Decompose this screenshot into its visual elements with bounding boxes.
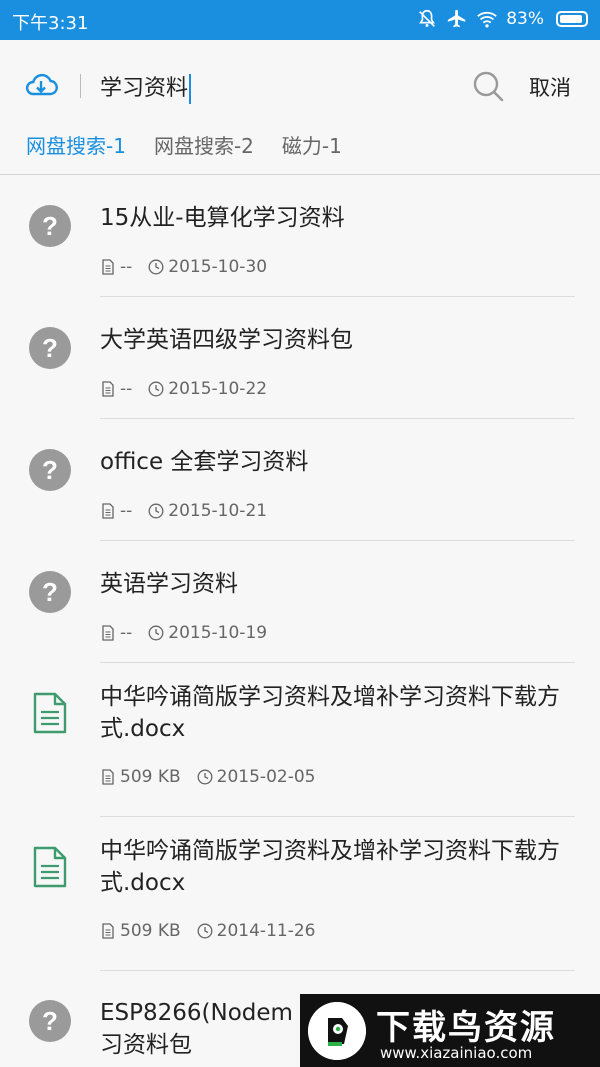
result-title: 15从业-电算化学习资料	[100, 205, 345, 231]
file-date: 2014-11-26	[216, 921, 316, 941]
file-size-icon	[102, 923, 114, 939]
clock-icon	[148, 503, 164, 519]
cloud-download-icon[interactable]	[24, 70, 58, 100]
list-item[interactable]: ? 15从业-电算化学习资料 -- 2015-10-30	[0, 175, 600, 297]
file-date: 2015-10-19	[168, 623, 268, 643]
status-time: 下午3:31	[12, 13, 89, 34]
file-size-icon	[102, 259, 114, 275]
bird-logo-icon	[308, 1002, 366, 1060]
svg-text:?: ?	[42, 333, 58, 363]
result-meta: -- 2015-10-21	[100, 501, 267, 521]
svg-text:?: ?	[42, 455, 58, 485]
result-title: 中华吟诵简版学习资料及增补学习资料下载方式.docx	[100, 684, 560, 742]
file-size: --	[120, 379, 133, 399]
search-icon[interactable]	[470, 68, 506, 104]
list-item[interactable]: ? 英语学习资料 -- 2015-10-19	[0, 541, 600, 663]
result-title: 英语学习资料	[100, 571, 238, 597]
status-icons: 83%	[416, 8, 588, 30]
file-date: 2015-10-30	[168, 257, 268, 277]
result-meta: 509 KB 2015-02-05	[100, 767, 315, 787]
search-header: 学习资料 取消 网盘搜索-1 网盘搜索-2 磁力-1	[0, 40, 600, 175]
clock-icon	[148, 381, 164, 397]
result-meta: -- 2015-10-30	[100, 257, 267, 277]
result-meta: -- 2015-10-22	[100, 379, 267, 399]
svg-text:?: ?	[42, 577, 58, 607]
clock-icon	[148, 625, 164, 641]
battery-icon	[556, 11, 588, 27]
unknown-file-icon: ?	[29, 571, 71, 613]
search-input[interactable]: 学习资料	[100, 70, 192, 104]
battery-percent: 83%	[506, 9, 544, 29]
list-item[interactable]: ? office 全套学习资料 -- 2015-10-21	[0, 419, 600, 541]
result-title: office 全套学习资料	[100, 449, 309, 475]
list-item[interactable]: ? 大学英语四级学习资料包 -- 2015-10-22	[0, 297, 600, 419]
clock-icon	[197, 923, 213, 939]
list-item[interactable]: 中华吟诵简版学习资料及增补学习资料下载方式.docx 509 KB 2014-1…	[0, 817, 600, 971]
watermark-title: 下载鸟资源	[376, 1008, 556, 1048]
file-size-icon	[102, 769, 114, 785]
cancel-button[interactable]: 取消	[529, 72, 571, 102]
list-item[interactable]: 中华吟诵简版学习资料及增补学习资料下载方式.docx 509 KB 2015-0…	[0, 663, 600, 817]
document-icon	[33, 846, 67, 888]
result-meta: -- 2015-10-19	[100, 623, 267, 643]
search-query-text: 学习资料	[100, 76, 189, 101]
watermark-url: www.xiazainiao.com	[380, 1044, 533, 1062]
result-title: 大学英语四级学习资料包	[100, 327, 353, 353]
clock-icon	[197, 769, 213, 785]
unknown-file-icon: ?	[29, 205, 71, 247]
file-size-icon	[102, 381, 114, 397]
unknown-file-icon: ?	[29, 327, 71, 369]
wifi-icon	[477, 11, 497, 28]
status-bar: 下午3:31 83%	[0, 0, 600, 40]
mute-icon	[419, 9, 436, 27]
tab-netdisk-search-1[interactable]: 网盘搜索-1	[26, 130, 126, 159]
file-size: --	[120, 623, 133, 643]
result-meta: 509 KB 2014-11-26	[100, 921, 315, 941]
result-list: ? 15从业-电算化学习资料 -- 2015-10-30 ? 大学英语四级学习资…	[0, 175, 600, 1067]
result-title: 中华吟诵简版学习资料及增补学习资料下载方式.docx	[100, 838, 560, 896]
tab-netdisk-search-2[interactable]: 网盘搜索-2	[154, 130, 254, 159]
file-size: --	[120, 501, 133, 521]
file-size-icon	[102, 625, 114, 641]
airplane-icon	[448, 9, 466, 28]
unknown-file-icon: ?	[29, 1000, 71, 1042]
watermark-banner: 下载鸟资源 www.xiazainiao.com	[300, 994, 600, 1067]
tab-magnet-1[interactable]: 磁力-1	[282, 130, 342, 159]
text-cursor	[189, 74, 192, 104]
svg-text:?: ?	[42, 1006, 58, 1036]
file-date: 2015-10-22	[168, 379, 268, 399]
clock-icon	[148, 259, 164, 275]
header-divider	[80, 74, 81, 98]
file-date: 2015-10-21	[168, 501, 268, 521]
file-size: 509 KB	[120, 921, 181, 941]
svg-text:?: ?	[42, 211, 58, 241]
source-tabs: 网盘搜索-1 网盘搜索-2 磁力-1	[26, 130, 342, 159]
file-size: --	[120, 257, 133, 277]
document-icon	[33, 692, 67, 734]
file-size: 509 KB	[120, 767, 181, 787]
file-size-icon	[102, 503, 114, 519]
file-date: 2015-02-05	[216, 767, 316, 787]
unknown-file-icon: ?	[29, 449, 71, 491]
